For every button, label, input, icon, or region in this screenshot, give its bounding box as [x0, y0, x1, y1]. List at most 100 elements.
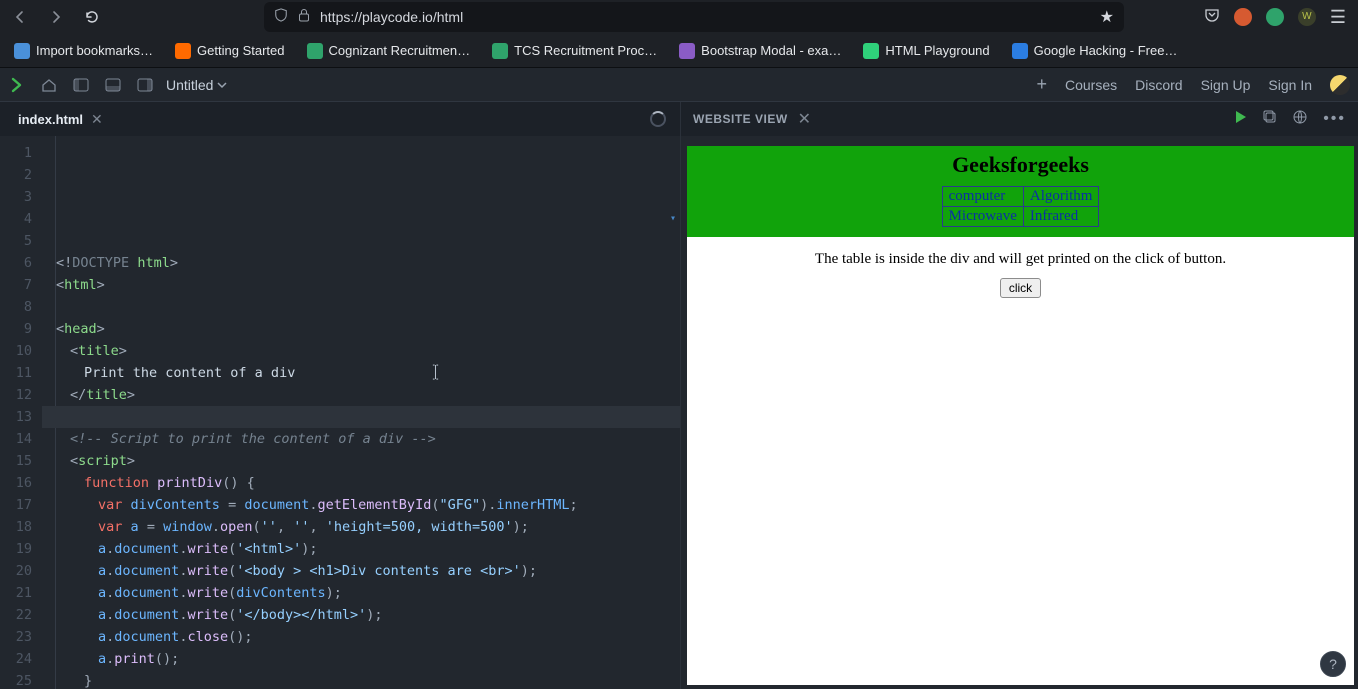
bookmark-favicon — [679, 43, 695, 59]
code-line[interactable] — [42, 296, 680, 318]
line-gutter: 1234567891011121314151617181920212223242… — [0, 136, 42, 689]
link-courses[interactable]: Courses — [1065, 77, 1117, 93]
preview-tab-strip: WEBSITE VIEW ✕ ••• — [681, 102, 1358, 136]
url-text[interactable]: https://playcode.io/html — [320, 9, 1090, 25]
new-tab-plus-icon[interactable]: + — [1036, 74, 1047, 95]
home-icon[interactable] — [38, 75, 60, 95]
code-line[interactable]: a.document.close(); — [42, 626, 680, 648]
preview-table: computer Algorithm Microwave Infrared — [942, 186, 1100, 227]
browser-nav-bar: https://playcode.io/html ★ W ☰ — [0, 0, 1358, 34]
bookmark-item[interactable]: Google Hacking - Free… — [1004, 39, 1186, 63]
close-icon[interactable]: ✕ — [91, 111, 103, 128]
bookmark-favicon — [307, 43, 323, 59]
table-cell: Microwave — [942, 207, 1023, 227]
workspace: index.html ✕ 123456789101112131415161718… — [0, 102, 1358, 689]
preview-heading: Geeksforgeeks — [687, 152, 1354, 178]
code-line[interactable]: a.document.write('<html>'); — [42, 538, 680, 560]
code-line[interactable]: </title> — [42, 384, 680, 406]
bookmark-label: Bootstrap Modal - exa… — [701, 43, 841, 58]
shield-icon — [274, 8, 288, 27]
code-line[interactable]: <head> — [42, 318, 680, 340]
bookmark-label: Getting Started — [197, 43, 284, 58]
bookmark-item[interactable]: Cognizant Recruitmen… — [299, 39, 479, 63]
code-body[interactable]: ▾ <!DOCTYPE html><html> <head><title>Pri… — [42, 136, 680, 689]
project-title[interactable]: Untitled — [166, 77, 227, 93]
forward-button[interactable] — [42, 3, 70, 31]
lock-icon — [298, 8, 310, 27]
preview-tab-label[interactable]: WEBSITE VIEW — [693, 112, 788, 126]
preview-banner: Geeksforgeeks computer Algorithm Microwa… — [687, 146, 1354, 237]
back-button[interactable] — [6, 3, 34, 31]
table-cell: Algorithm — [1023, 187, 1099, 207]
code-line[interactable]: <!-- Script to print the content of a di… — [42, 428, 680, 450]
code-line[interactable]: Print the content of a div — [42, 362, 680, 384]
playcode-logo-icon[interactable] — [8, 75, 28, 95]
code-line[interactable]: function printDiv() { — [42, 472, 680, 494]
bookmark-item[interactable]: Import bookmarks… — [6, 39, 161, 63]
bookmark-item[interactable]: HTML Playground — [855, 39, 997, 63]
link-discord[interactable]: Discord — [1135, 77, 1182, 93]
preview-pane: WEBSITE VIEW ✕ ••• Geeksforgeeks — [680, 102, 1358, 689]
preview-paragraph: The table is inside the div and will get… — [687, 237, 1354, 278]
editor-tab[interactable]: index.html ✕ — [8, 102, 113, 136]
bookmark-item[interactable]: TCS Recruitment Proc… — [484, 39, 665, 63]
panel-bottom-icon[interactable] — [102, 75, 124, 95]
avatar[interactable] — [1330, 75, 1350, 95]
table-cell: Infrared — [1023, 207, 1099, 227]
editor-tab-strip: index.html ✕ — [0, 102, 680, 136]
code-editor[interactable]: 1234567891011121314151617181920212223242… — [0, 136, 680, 689]
browser-menu-icon[interactable]: ☰ — [1330, 7, 1346, 28]
table-cell: computer — [942, 187, 1023, 207]
code-line[interactable]: a.document.write('<body > <h1>Div conten… — [42, 560, 680, 582]
globe-icon[interactable] — [1293, 110, 1307, 129]
code-line[interactable]: <html> — [42, 274, 680, 296]
website-preview: Geeksforgeeks computer Algorithm Microwa… — [687, 146, 1354, 685]
bookmark-favicon — [1012, 43, 1028, 59]
bookmark-item[interactable]: Getting Started — [167, 39, 292, 63]
code-line[interactable]: } — [42, 670, 680, 689]
code-line[interactable] — [42, 406, 680, 428]
app-header: Untitled + Courses Discord Sign Up Sign … — [0, 68, 1358, 102]
code-line[interactable]: <title> — [42, 340, 680, 362]
extension-icon-3[interactable]: W — [1298, 8, 1316, 26]
copy-icon[interactable] — [1263, 110, 1277, 129]
bookmark-label: TCS Recruitment Proc… — [514, 43, 657, 58]
link-signin[interactable]: Sign In — [1268, 77, 1312, 93]
project-title-text: Untitled — [166, 77, 213, 93]
bookmark-favicon — [492, 43, 508, 59]
extension-icon-2[interactable] — [1266, 8, 1284, 26]
extension-icon-1[interactable] — [1234, 8, 1252, 26]
bookmark-star-icon[interactable]: ★ — [1100, 7, 1114, 27]
preview-click-button[interactable]: click — [1000, 278, 1041, 298]
table-row: Microwave Infrared — [942, 207, 1099, 227]
code-line[interactable]: a.document.write('</body></html>'); — [42, 604, 680, 626]
bookmark-label: HTML Playground — [885, 43, 989, 58]
code-line[interactable]: a.print(); — [42, 648, 680, 670]
bookmark-item[interactable]: Bootstrap Modal - exa… — [671, 39, 849, 63]
editor-pane: index.html ✕ 123456789101112131415161718… — [0, 102, 680, 689]
help-fab[interactable]: ? — [1320, 651, 1346, 677]
close-icon[interactable]: ✕ — [798, 109, 811, 129]
code-line[interactable]: <!DOCTYPE html> — [42, 252, 680, 274]
code-line[interactable]: var a = window.open('', '', 'height=500,… — [42, 516, 680, 538]
code-line[interactable]: var divContents = document.getElementByI… — [42, 494, 680, 516]
bookmarks-bar: Import bookmarks… Getting Started Cognizan… — [0, 34, 1358, 68]
code-line[interactable]: a.document.write(divContents); — [42, 582, 680, 604]
table-row: computer Algorithm — [942, 187, 1099, 207]
bookmark-favicon — [175, 43, 191, 59]
bookmark-favicon — [863, 43, 879, 59]
pocket-icon[interactable] — [1204, 7, 1220, 28]
tab-filename: index.html — [18, 112, 83, 127]
more-icon[interactable]: ••• — [1323, 110, 1346, 128]
reload-button[interactable] — [78, 3, 106, 31]
panel-right-icon[interactable] — [134, 75, 156, 95]
bookmark-label: Import bookmarks… — [36, 43, 153, 58]
loading-spinner-icon — [650, 111, 666, 127]
url-bar[interactable]: https://playcode.io/html ★ — [264, 2, 1124, 32]
run-icon[interactable] — [1235, 110, 1247, 129]
link-signup[interactable]: Sign Up — [1201, 77, 1251, 93]
fold-marker-icon[interactable]: ▾ — [670, 208, 676, 230]
bookmark-favicon — [14, 43, 30, 59]
panel-left-icon[interactable] — [70, 75, 92, 95]
code-line[interactable]: <script> — [42, 450, 680, 472]
